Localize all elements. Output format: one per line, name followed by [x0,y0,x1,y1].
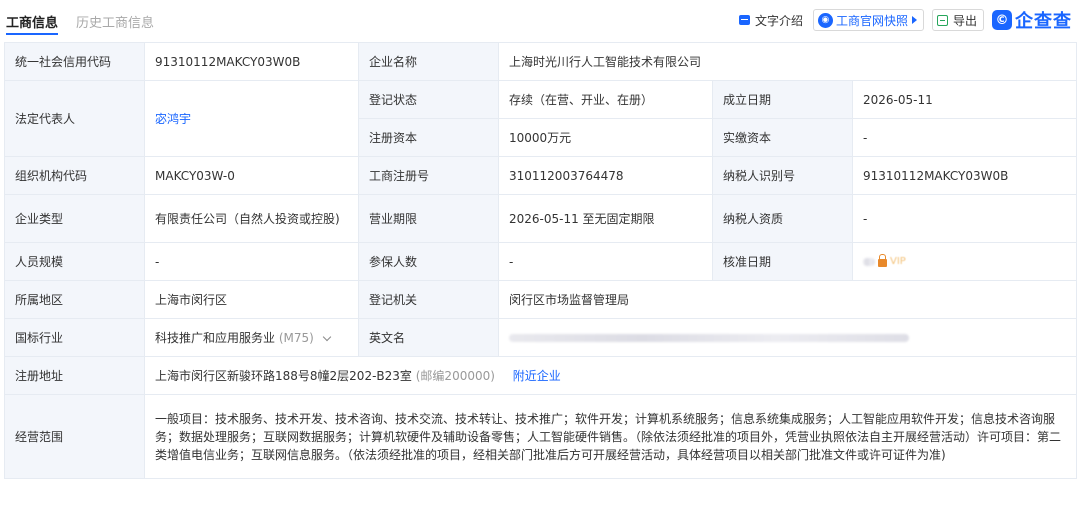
staff-size-value: - [144,242,359,281]
approval-date-cell: VIP [851,242,1078,281]
region-label: 所属地区 [4,280,145,319]
reg-authority-value: 闵行区市场监督管理局 [497,280,1078,319]
scope-label: 经营范围 [4,394,145,479]
industry-code: (M75) [278,330,314,345]
reg-no-label: 工商注册号 [358,156,499,195]
industry-cell[interactable]: 科技推广和应用服务业 (M75) [144,318,359,357]
legal-rep-label: 法定代表人 [4,80,145,157]
blurred-text [863,257,875,266]
reg-status-value: 存续（在营、开业、在册） [498,80,713,119]
table-row: 所属地区 上海市闵行区 登记机关 闵行区市场监督管理局 [4,280,1078,319]
region-value: 上海市闵行区 [144,280,359,319]
toolbar: 文字介绍 ◉ 工商官网快照 导出 © 企查查 [738,7,1072,33]
table-row: 企业类型 有限责任公司（自然人投资或控股) 营业期限 2026-05-11 至无… [4,194,1078,243]
est-date-value: 2026-05-11 [851,80,1078,119]
industry-label: 国标行业 [4,318,145,357]
org-code-value: MAKCY03W-0 [144,156,359,195]
official-snapshot-label: 工商官网快照 [835,13,908,28]
scope-value: 一般项目：技术服务、技术开发、技术咨询、技术交流、技术转让、技术推广；软件开发；… [143,394,1078,479]
table-row: 组织机构代码 MAKCY03W-0 工商注册号 310112003764478 … [4,156,1078,195]
taxpayer-id-value: 91310112MAKCY03W0B [851,156,1078,195]
staff-size-label: 人员规模 [4,242,145,281]
table-row: 法定代表人 宓鸿宇 登记状态 存续（在营、开业、在册） 成立日期 2026-05… [4,80,1078,157]
english-name-label: 英文名 [358,318,499,357]
qichacha-logo[interactable]: © 企查查 [992,7,1072,33]
tab-history-business-info[interactable]: 历史工商信息 [76,12,154,31]
reg-status-label: 登记状态 [358,80,499,119]
business-term-value: 2026-05-11 至无固定期限 [498,194,713,243]
reg-capital-value: 10000万元 [498,118,713,157]
export-label: 导出 [952,13,977,28]
official-snapshot-button[interactable]: ◉ 工商官网快照 [812,9,924,31]
paid-capital-label: 实缴资本 [712,118,853,157]
nearby-companies-link[interactable]: 附近企业 [513,369,561,383]
postcode: (邮编200000) [415,368,495,383]
legal-rep-link[interactable]: 宓鸿宇 [155,112,191,126]
text-intro-button[interactable]: 文字介绍 [738,12,803,29]
company-name-value: 上海时光川行人工智能技术有限公司 [497,42,1078,81]
vip-badge: VIP [890,255,906,267]
reg-no-value: 310112003764478 [498,156,713,195]
company-type-value: 有限责任公司（自然人投资或控股) [144,194,359,243]
top-bar: 工商信息 历史工商信息 文字介绍 ◉ 工商官网快照 导出 © 企查查 [0,0,1080,38]
logo-mark-icon: © [992,10,1012,30]
blurred-english-name [509,334,909,342]
credit-code-value: 91310112MAKCY03W0B [144,42,359,81]
tab-business-info[interactable]: 工商信息 [6,12,58,31]
document-icon [738,15,750,25]
approval-date-label: 核准日期 [712,242,853,281]
address-value: 上海市闵行区新骏环路188号8幢2层202-B23室 [155,368,412,383]
chevron-down-icon[interactable] [322,332,331,341]
table-row: 统一社会信用代码 91310112MAKCY03W0B 企业名称 上海时光川行人… [4,42,1078,81]
vip-locked-value[interactable]: VIP [863,253,906,271]
est-date-label: 成立日期 [712,80,853,119]
reg-authority-label: 登记机关 [358,280,499,319]
table-row: 人员规模 - 参保人数 - 核准日期 VIP [4,242,1078,281]
export-button[interactable]: 导出 [931,9,984,31]
logo-text: 企查查 [1015,11,1072,32]
table-row: 国标行业 科技推广和应用服务业 (M75) 英文名 [4,318,1078,357]
insured-label: 参保人数 [358,242,499,281]
taxpayer-id-label: 纳税人识别号 [712,156,853,195]
taxpayer-qual-label: 纳税人资质 [712,194,853,243]
table-row: 经营范围 一般项目：技术服务、技术开发、技术咨询、技术交流、技术转让、技术推广；… [4,394,1078,479]
active-tab-indicator [6,33,58,35]
taxpayer-qual-value: - [851,194,1078,243]
address-label: 注册地址 [4,356,145,395]
industry-value: 科技推广和应用服务业 [155,330,276,345]
address-cell: 上海市闵行区新骏环路188号8幢2层202-B23室 (邮编200000) 附近… [143,356,1078,395]
lock-icon [878,253,887,267]
business-info-table: 统一社会信用代码 91310112MAKCY03W0B 企业名称 上海时光川行人… [4,42,1078,479]
insured-value: - [498,242,713,281]
camera-icon: ◉ [817,12,833,28]
company-type-label: 企业类型 [4,194,145,243]
text-intro-label: 文字介绍 [754,13,803,28]
paid-capital-value: - [851,118,1078,157]
company-name-label: 企业名称 [358,42,499,81]
business-term-label: 营业期限 [358,194,499,243]
credit-code-label: 统一社会信用代码 [4,42,145,81]
table-row: 注册地址 上海市闵行区新骏环路188号8幢2层202-B23室 (邮编20000… [4,356,1078,395]
play-icon [911,16,917,24]
english-name-cell [497,318,1078,357]
legal-rep-cell: 宓鸿宇 [144,80,359,157]
org-code-label: 组织机构代码 [4,156,145,195]
reg-capital-label: 注册资本 [358,118,499,157]
export-icon [936,14,948,26]
